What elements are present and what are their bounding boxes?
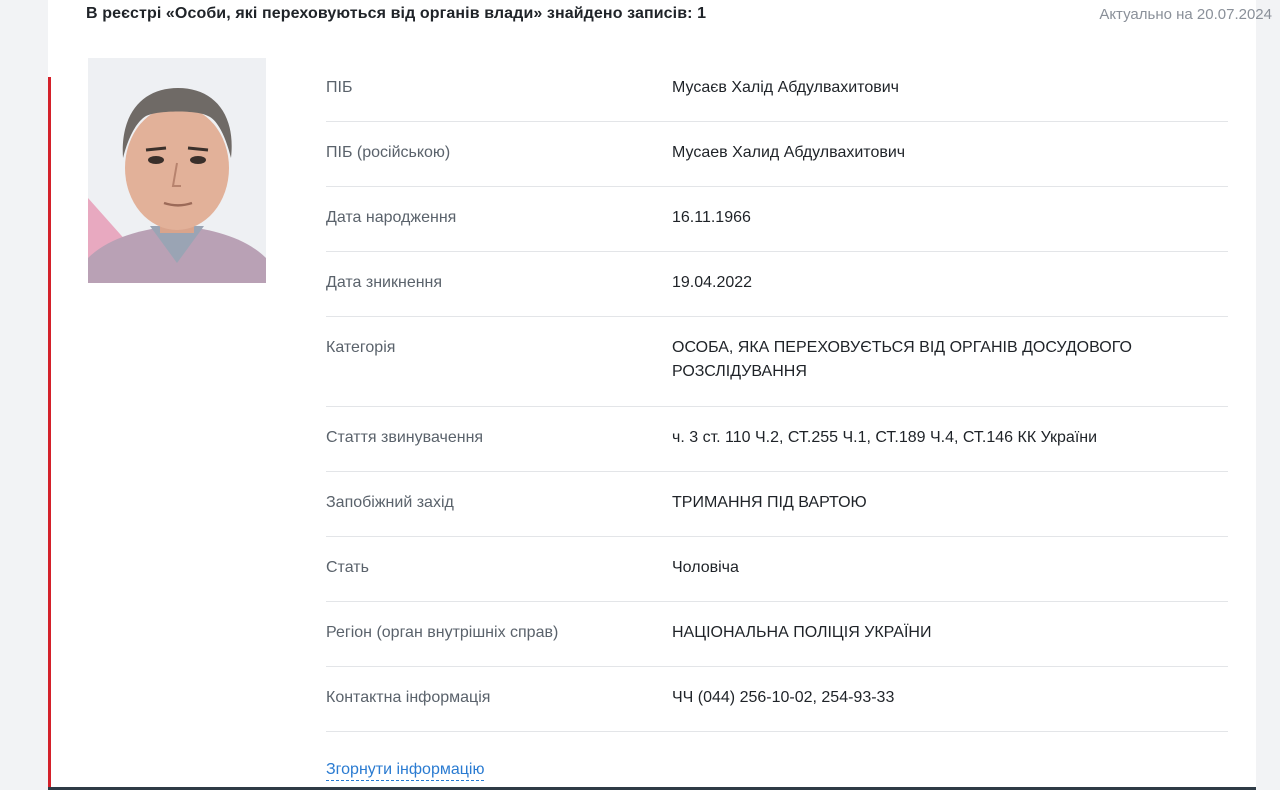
field-row-gender: Стать Чоловіча <box>326 537 1228 602</box>
field-row-full-name: ПІБ Мусаєв Халід Абдулвахитович <box>326 57 1228 122</box>
field-label: Дата народження <box>326 209 457 226</box>
record-accent-bar <box>48 77 51 790</box>
field-row-category: Категорія ОСОБА, ЯКА ПЕРЕХОВУЄТЬСЯ ВІД О… <box>326 317 1228 407</box>
field-label: Запобіжний захід <box>326 494 454 511</box>
results-header: В реєстрі «Особи, які переховуються від … <box>86 5 1272 27</box>
actual-date: Актуально на 20.07.2024 <box>1099 6 1272 23</box>
field-value: Мусаев Халид Абдулвахитович <box>672 144 906 161</box>
field-value: ЧЧ (044) 256-10-02, 254-93-33 <box>672 689 895 706</box>
field-label: Категорія <box>326 339 396 356</box>
field-value: 16.11.1966 <box>672 209 751 226</box>
field-row-disappearance-date: Дата зникнення 19.04.2022 <box>326 252 1228 317</box>
field-value: 19.04.2022 <box>672 274 753 291</box>
person-photo <box>88 58 266 283</box>
field-label: Контактна інформація <box>326 689 491 706</box>
field-label: Дата зникнення <box>326 274 443 291</box>
field-label: Стаття звинувачення <box>326 429 484 446</box>
field-row-full-name-russian: ПІБ (російською) Мусаев Халид Абдулвахит… <box>326 122 1228 187</box>
field-value: ч. 3 ст. 110 Ч.2, СТ.255 Ч.1, СТ.189 Ч.4… <box>672 429 1098 446</box>
person-photo-icon <box>88 58 266 283</box>
field-label: Стать <box>326 559 369 576</box>
field-value: ОСОБА, ЯКА ПЕРЕХОВУЄТЬСЯ ВІД ОРГАНІВ ДОС… <box>672 339 1132 380</box>
field-row-charge-article: Стаття звинувачення ч. 3 ст. 110 Ч.2, СТ… <box>326 407 1228 472</box>
record-details-table: ПІБ Мусаєв Халід Абдулвахитович ПІБ (рос… <box>326 57 1228 732</box>
field-label: ПІБ <box>326 79 353 96</box>
field-row-contact-info: Контактна інформація ЧЧ (044) 256-10-02,… <box>326 667 1228 732</box>
results-count-title: В реєстрі «Особи, які переховуються від … <box>86 5 707 22</box>
field-label: ПІБ (російською) <box>326 144 451 161</box>
record-page: В реєстрі «Особи, які переховуються від … <box>48 0 1272 790</box>
field-label: Регіон (орган внутрішніх справ) <box>326 624 559 641</box>
field-row-preventive-measure: Запобіжний захід ТРИМАННЯ ПІД ВАРТОЮ <box>326 472 1228 537</box>
field-value: Мусаєв Халід Абдулвахитович <box>672 79 899 96</box>
field-row-birth-date: Дата народження 16.11.1966 <box>326 187 1228 252</box>
field-value: ТРИМАННЯ ПІД ВАРТОЮ <box>672 494 867 511</box>
field-row-region: Регіон (орган внутрішніх справ) НАЦІОНАЛ… <box>326 602 1228 667</box>
collapse-info-link[interactable]: Згорнути інформацію <box>326 761 485 781</box>
field-value: Чоловіча <box>672 559 739 576</box>
field-value: НАЦІОНАЛЬНА ПОЛІЦІЯ УКРАЇНИ <box>672 624 932 641</box>
